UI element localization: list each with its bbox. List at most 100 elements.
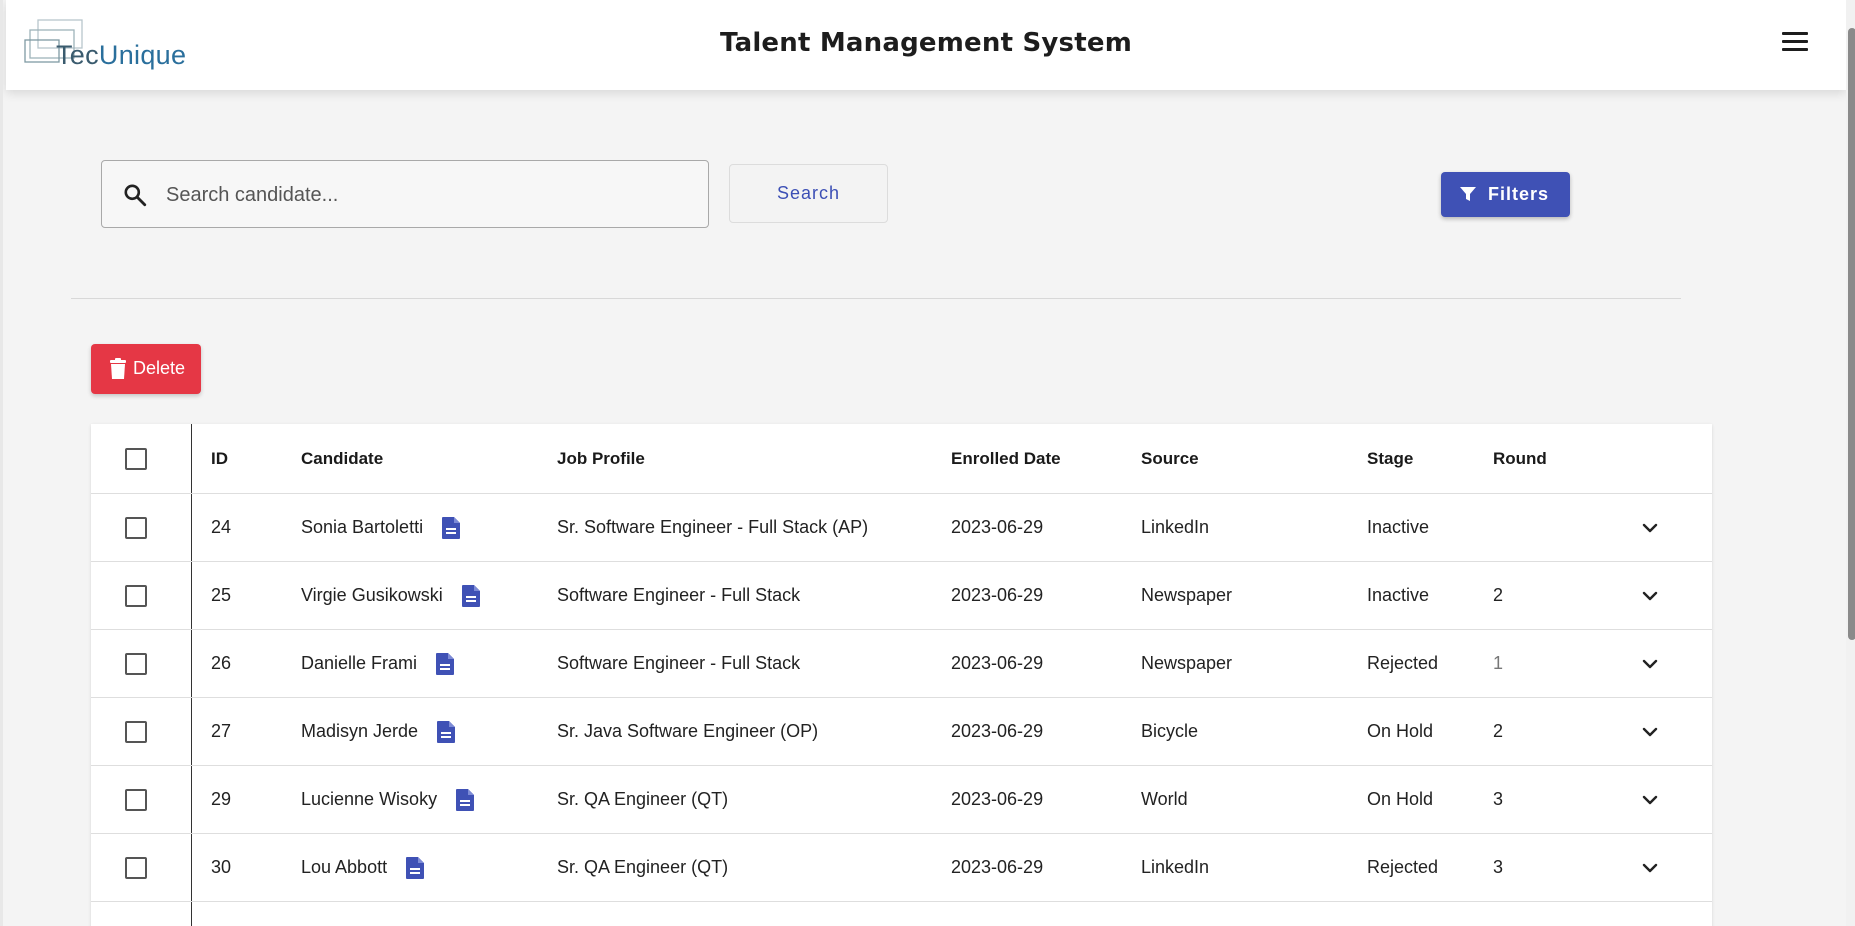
section-divider — [71, 298, 1681, 299]
table-cell-round: 1 — [1493, 630, 1503, 697]
table-cell-candidate: Madisyn Jerde — [301, 698, 456, 765]
table-row[interactable]: 24 Sonia Bartoletti Sr. Software Engineer … — [91, 494, 1712, 562]
table-cell-candidate-text[interactable]: Virgie Gusikowski — [301, 585, 443, 606]
table-cell-stage: Rejected — [1367, 834, 1438, 901]
search-button[interactable]: Search — [729, 164, 888, 223]
column-header-enrolled-date[interactable]: Enrolled Date — [951, 424, 1061, 493]
chevron-down-icon[interactable] — [1639, 653, 1661, 675]
row-checkbox[interactable] — [125, 584, 147, 607]
table-cell-job-profile-text: Sr. QA Engineer (QT) — [557, 857, 729, 877]
row-expand-cell — [1639, 562, 1661, 629]
table-cell-candidate-text[interactable]: Lucienne Wisoky — [301, 789, 437, 810]
row-checkbox[interactable] — [125, 788, 147, 811]
table-cell-job-profile: Sr. Java Software Engineer (OP) — [557, 698, 818, 765]
table-cell-stage-text: Rejected — [1367, 857, 1439, 877]
table-cell-id: 26 — [211, 630, 231, 697]
table-cell-source: World — [1141, 766, 1188, 833]
table-cell-round-text: 3 — [1493, 789, 1504, 809]
resume-document-icon[interactable] — [461, 584, 481, 608]
table-row[interactable]: 26 Danielle Frami Software Engineer - Full… — [91, 630, 1712, 698]
table-cell-candidate-text[interactable]: Danielle Frami — [301, 653, 417, 674]
filters-label: Filters — [1488, 184, 1550, 204]
delete-button[interactable]: Delete — [91, 344, 201, 394]
row-select-cell — [125, 698, 147, 765]
table-cell-candidate: Danielle Frami — [301, 630, 455, 697]
chevron-down-icon[interactable] — [1639, 857, 1661, 879]
table-cell-job-profile-text: Sr. Software Engineer - Full Stack (AP) — [557, 517, 869, 537]
search-input[interactable] — [164, 175, 688, 215]
select-all-checkbox[interactable] — [125, 447, 147, 470]
column-header-job-profile[interactable]: Job Profile — [557, 424, 645, 493]
table-cell-source: Bicycle — [1141, 698, 1198, 765]
table-cell-source-text: Newspaper — [1141, 585, 1233, 605]
table-cell-id-text: 24 — [211, 517, 232, 537]
table-cell-stage-text: Inactive — [1367, 517, 1430, 537]
trash-icon — [110, 358, 126, 379]
delete-label: Delete — [133, 358, 186, 378]
chevron-down-icon[interactable] — [1639, 585, 1661, 607]
table-cell-job-profile-text: Software Engineer - Full Stack — [557, 585, 801, 605]
table-cell-id: 29 — [211, 766, 231, 833]
select-all-cell — [125, 424, 147, 493]
row-expand-cell — [1639, 834, 1661, 901]
table-row[interactable]: 30 Lou Abbott Sr. QA Engineer (QT) 2023-06-… — [91, 834, 1712, 902]
row-checkbox[interactable] — [125, 652, 147, 675]
table-cell-source: Newspaper — [1141, 562, 1232, 629]
table-cell-candidate-text[interactable]: Madisyn Jerde — [301, 721, 418, 742]
table-cell-candidate-text[interactable]: Sonia Bartoletti — [301, 517, 423, 538]
row-checkbox[interactable] — [125, 856, 147, 879]
hamburger-menu-icon[interactable] — [1782, 32, 1808, 56]
row-expand-cell — [1639, 766, 1661, 833]
row-checkbox[interactable] — [125, 720, 147, 743]
row-expand-cell — [1639, 494, 1661, 561]
table-cell-enrolled-date: 2023-06-29 — [951, 494, 1043, 561]
table-cell-enrolled-date-text: 2023-06-29 — [951, 789, 1044, 809]
chevron-down-icon[interactable] — [1639, 517, 1661, 539]
table-row[interactable]: 29 Lucienne Wisoky Sr. QA Engineer (QT) 202… — [91, 766, 1712, 834]
table-cell-job-profile: Sr. QA Engineer (QT) — [557, 766, 728, 833]
table-cell-round-text: 2 — [1493, 721, 1504, 741]
table-cell-candidate-text[interactable]: Lou Abbott — [301, 857, 387, 878]
column-header-source[interactable]: Source — [1141, 424, 1199, 493]
row-checkbox[interactable] — [125, 516, 147, 539]
table-cell-stage: On Hold — [1367, 698, 1433, 765]
table-cell-job-profile: Sr. Software Engineer - Full Stack (AP) — [557, 494, 868, 561]
column-header-round[interactable]: Round — [1493, 424, 1547, 493]
resume-document-icon[interactable] — [405, 856, 425, 880]
resume-document-icon[interactable] — [455, 788, 475, 812]
table-cell-source: LinkedIn — [1141, 834, 1209, 901]
column-header-stage[interactable]: Stage — [1367, 424, 1413, 493]
resume-document-icon[interactable] — [436, 720, 456, 744]
search-field[interactable] — [101, 160, 709, 228]
table-cell-id: 25 — [211, 562, 231, 629]
table-cell-enrolled-date-text: 2023-06-29 — [951, 585, 1044, 605]
table-cell-enrolled-date: 2023-06-29 — [951, 834, 1043, 901]
table-cell-enrolled-date-text: 2023-06-29 — [951, 721, 1044, 741]
resume-document-icon[interactable] — [441, 516, 461, 540]
chevron-down-icon[interactable] — [1639, 721, 1661, 743]
table-cell-round: 2 — [1493, 698, 1503, 765]
column-header-candidate[interactable]: Candidate — [301, 424, 383, 493]
table-row[interactable]: 27 Madisyn Jerde Sr. Java Software Enginee… — [91, 698, 1712, 766]
table-cell-id-text: 27 — [211, 721, 232, 741]
table-cell-round: 2 — [1493, 562, 1503, 629]
table-cell-stage-text: Inactive — [1367, 585, 1430, 605]
row-select-cell — [125, 494, 147, 561]
vertical-scrollbar[interactable] — [1846, 0, 1855, 926]
row-select-cell — [125, 766, 147, 833]
scrollbar-thumb[interactable] — [1848, 28, 1855, 640]
table-cell-id: 30 — [211, 834, 231, 901]
table-cell-enrolled-date: 2023-06-29 — [951, 698, 1043, 765]
table-cell-job-profile: Software Engineer - Full Stack — [557, 630, 800, 697]
column-header-id[interactable]: ID — [211, 424, 228, 493]
table-cell-round: 3 — [1493, 834, 1503, 901]
table-row[interactable]: 25 Virgie Gusikowski Software Engineer - F… — [91, 562, 1712, 630]
table-cell-source-text: Newspaper — [1141, 653, 1233, 673]
search-icon — [124, 184, 147, 207]
filters-button[interactable]: Filters — [1441, 172, 1570, 217]
table-cell-source: Newspaper — [1141, 630, 1232, 697]
chevron-down-icon[interactable] — [1639, 789, 1661, 811]
table-cell-round-text: 2 — [1493, 585, 1504, 605]
table-cell-stage: Inactive — [1367, 562, 1429, 629]
resume-document-icon[interactable] — [435, 652, 455, 676]
